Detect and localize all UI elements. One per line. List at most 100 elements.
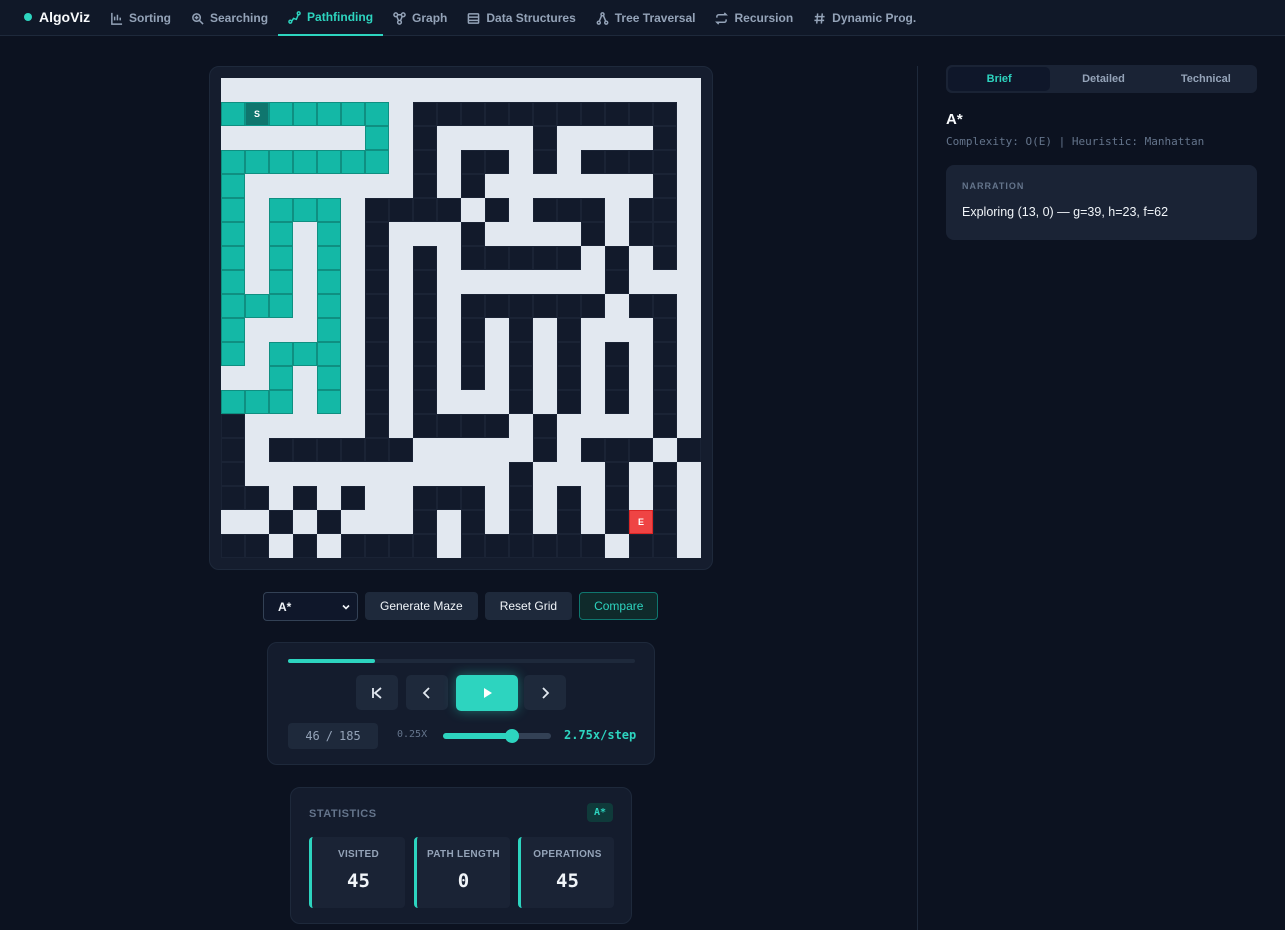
maze-wall-cell[interactable] [485, 342, 509, 366]
maze-wall-cell[interactable] [533, 222, 557, 246]
maze-wall-cell[interactable] [293, 222, 317, 246]
maze-visited-cell[interactable] [221, 246, 245, 270]
maze-wall-cell[interactable] [677, 414, 701, 438]
maze-wall-cell[interactable] [437, 126, 461, 150]
maze-wall-cell[interactable] [581, 510, 605, 534]
maze-end-cell[interactable]: E [629, 510, 653, 534]
maze-wall-cell[interactable] [293, 390, 317, 414]
maze-wall-cell[interactable] [557, 438, 581, 462]
next-step-button[interactable] [524, 675, 566, 710]
maze-visited-cell[interactable] [293, 150, 317, 174]
maze-open-cell[interactable] [581, 294, 605, 318]
maze-wall-cell[interactable] [677, 486, 701, 510]
maze-open-cell[interactable] [629, 222, 653, 246]
maze-open-cell[interactable] [509, 294, 533, 318]
maze-wall-cell[interactable] [509, 198, 533, 222]
maze-open-cell[interactable] [365, 438, 389, 462]
maze-open-cell[interactable] [533, 150, 557, 174]
maze-wall-cell[interactable] [605, 222, 629, 246]
maze-wall-cell[interactable] [341, 462, 365, 486]
maze-wall-cell[interactable] [293, 246, 317, 270]
maze-wall-cell[interactable] [533, 78, 557, 102]
maze-wall-cell[interactable] [605, 174, 629, 198]
maze-wall-cell[interactable] [653, 438, 677, 462]
maze-open-cell[interactable] [413, 174, 437, 198]
maze-start-cell[interactable]: S [245, 102, 269, 126]
maze-open-cell[interactable] [245, 486, 269, 510]
maze-wall-cell[interactable] [365, 486, 389, 510]
maze-wall-cell[interactable] [485, 78, 509, 102]
maze-open-cell[interactable] [653, 342, 677, 366]
maze-wall-cell[interactable] [245, 414, 269, 438]
speed-slider-thumb[interactable] [505, 729, 520, 743]
maze-wall-cell[interactable] [317, 462, 341, 486]
maze-open-cell[interactable] [653, 102, 677, 126]
maze-open-cell[interactable] [653, 510, 677, 534]
maze-wall-cell[interactable] [533, 270, 557, 294]
reset-grid-button[interactable]: Reset Grid [484, 592, 573, 620]
maze-wall-cell[interactable] [389, 294, 413, 318]
maze-wall-cell[interactable] [677, 462, 701, 486]
maze-wall-cell[interactable] [269, 78, 293, 102]
maze-open-cell[interactable] [557, 510, 581, 534]
maze-open-cell[interactable] [365, 198, 389, 222]
maze-visited-cell[interactable] [317, 222, 341, 246]
maze-wall-cell[interactable] [509, 174, 533, 198]
maze-wall-cell[interactable] [533, 510, 557, 534]
step-progress-bar[interactable] [288, 659, 635, 663]
maze-open-cell[interactable] [509, 318, 533, 342]
maze-wall-cell[interactable] [269, 318, 293, 342]
maze-wall-cell[interactable] [437, 390, 461, 414]
maze-wall-cell[interactable] [629, 486, 653, 510]
maze-wall-cell[interactable] [293, 366, 317, 390]
maze-wall-cell[interactable] [629, 342, 653, 366]
maze-visited-cell[interactable] [317, 198, 341, 222]
maze-wall-cell[interactable] [581, 390, 605, 414]
maze-wall-cell[interactable] [581, 486, 605, 510]
previous-step-button[interactable] [406, 675, 448, 710]
maze-wall-cell[interactable] [389, 366, 413, 390]
maze-wall-cell[interactable] [269, 486, 293, 510]
maze-wall-cell[interactable] [437, 462, 461, 486]
maze-visited-cell[interactable] [317, 246, 341, 270]
maze-open-cell[interactable] [365, 342, 389, 366]
maze-wall-cell[interactable] [581, 342, 605, 366]
maze-wall-cell[interactable] [245, 222, 269, 246]
maze-visited-cell[interactable] [269, 294, 293, 318]
maze-wall-cell[interactable] [221, 366, 245, 390]
maze-open-cell[interactable] [221, 438, 245, 462]
maze-open-cell[interactable] [413, 414, 437, 438]
maze-wall-cell[interactable] [437, 78, 461, 102]
maze-open-cell[interactable] [413, 390, 437, 414]
maze-wall-cell[interactable] [389, 414, 413, 438]
maze-wall-cell[interactable] [341, 294, 365, 318]
maze-wall-cell[interactable] [557, 126, 581, 150]
maze-visited-cell[interactable] [221, 270, 245, 294]
maze-wall-cell[interactable] [293, 510, 317, 534]
maze-open-cell[interactable] [581, 198, 605, 222]
maze-wall-cell[interactable] [341, 270, 365, 294]
maze-wall-cell[interactable] [557, 462, 581, 486]
tab-technical[interactable]: Technical [1155, 65, 1257, 93]
maze-open-cell[interactable] [629, 438, 653, 462]
maze-grid[interactable]: SE [221, 78, 701, 558]
maze-wall-cell[interactable] [437, 150, 461, 174]
maze-wall-cell[interactable] [533, 486, 557, 510]
maze-wall-cell[interactable] [509, 222, 533, 246]
maze-wall-cell[interactable] [581, 126, 605, 150]
maze-open-cell[interactable] [365, 294, 389, 318]
maze-open-cell[interactable] [533, 294, 557, 318]
maze-wall-cell[interactable] [245, 462, 269, 486]
maze-open-cell[interactable] [533, 102, 557, 126]
maze-wall-cell[interactable] [341, 198, 365, 222]
maze-visited-cell[interactable] [221, 150, 245, 174]
play-button[interactable] [456, 675, 518, 711]
maze-wall-cell[interactable] [389, 150, 413, 174]
maze-open-cell[interactable] [461, 150, 485, 174]
maze-wall-cell[interactable] [629, 246, 653, 270]
maze-wall-cell[interactable] [485, 390, 509, 414]
maze-wall-cell[interactable] [365, 174, 389, 198]
maze-open-cell[interactable] [653, 318, 677, 342]
maze-open-cell[interactable] [365, 222, 389, 246]
maze-open-cell[interactable] [389, 438, 413, 462]
